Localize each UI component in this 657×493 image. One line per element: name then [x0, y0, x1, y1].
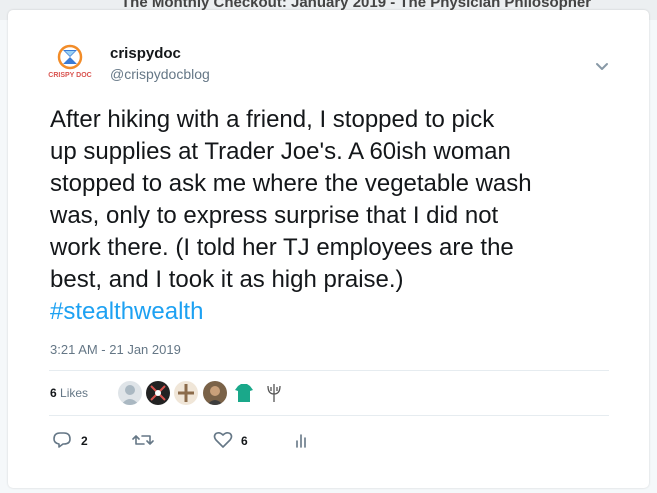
liker-avatar[interactable] [174, 381, 198, 405]
analytics-icon[interactable] [294, 432, 310, 448]
avatar-logo-text: CRISPY DOC [48, 72, 92, 79]
like-count: 6 [241, 434, 248, 448]
tweet-text-line: was, only to express surprise that I did… [50, 202, 499, 229]
author-display-name[interactable]: crispydoc [110, 45, 181, 62]
heart-icon[interactable] [213, 431, 233, 449]
tweet-text-line: up supplies at Trader Joe's. A 60ish wom… [50, 138, 511, 165]
likes-label: Likes [60, 386, 89, 400]
retweet-icon[interactable] [132, 431, 154, 449]
tweet-text-line: work there. (I told her TJ employees are… [50, 234, 514, 261]
hashtag-link[interactable]: #stealthwealth [50, 296, 610, 328]
tweet-text: After hiking with a friend, I stopped to… [50, 104, 610, 328]
author-avatar[interactable]: CRISPY DOC [45, 42, 95, 92]
liker-avatar[interactable] [118, 381, 142, 405]
chevron-down-icon[interactable] [593, 57, 611, 75]
liker-avatar[interactable] [203, 381, 227, 405]
likes-number: 6 [50, 386, 57, 400]
liker-avatar[interactable] [146, 381, 170, 405]
liker-avatar[interactable] [262, 381, 286, 405]
reply-icon[interactable] [52, 431, 72, 449]
reply-count: 2 [81, 434, 88, 448]
liker-avatar[interactable] [232, 381, 256, 405]
tweet-text-line: After hiking with a friend, I stopped to… [50, 106, 495, 133]
likes-count-link[interactable]: 6 Likes [50, 386, 88, 400]
tweet-text-line: stopped to ask me where the vegetable wa… [50, 170, 532, 197]
divider [49, 415, 609, 416]
tweet-timestamp[interactable]: 3:21 AM - 21 Jan 2019 [50, 342, 181, 357]
divider [49, 370, 609, 371]
tweet-text-line: best, and I took it as high praise.) [50, 266, 404, 293]
author-handle[interactable]: @crispydocblog [110, 66, 210, 82]
